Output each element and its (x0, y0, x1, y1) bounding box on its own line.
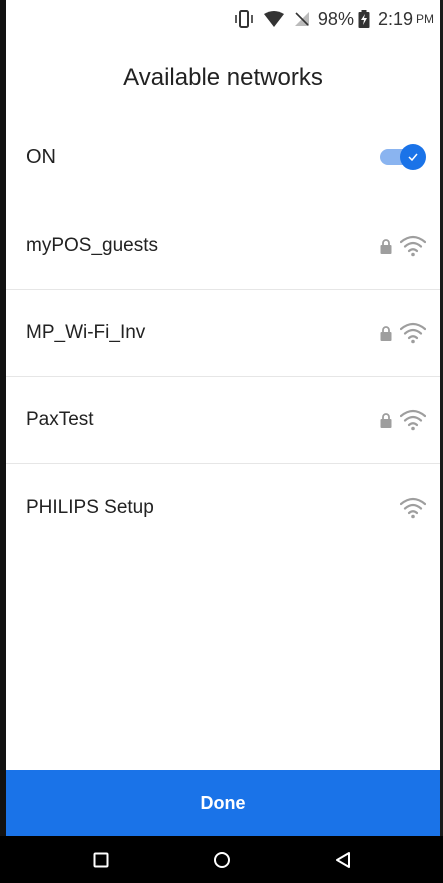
network-icons (380, 409, 426, 431)
status-time-value: 2:19 (377, 8, 413, 29)
wifi-toggle-row: ON (6, 132, 440, 182)
network-icons (400, 497, 426, 519)
status-ampm: PM (416, 12, 434, 26)
home-icon[interactable] (202, 840, 242, 880)
checkmark-icon (400, 144, 426, 170)
network-icons (380, 322, 426, 344)
network-name: MP_Wi-Fi_Inv (26, 322, 146, 343)
done-button[interactable]: Done (6, 770, 440, 836)
battery-percent: 98% (317, 8, 354, 29)
battery-charging-icon (358, 10, 370, 28)
network-icons (380, 235, 426, 257)
status-time: 2:19 PM (378, 9, 434, 30)
no-signal-icon (294, 11, 310, 27)
network-name: PaxTest (26, 409, 94, 430)
wifi-icon (400, 322, 426, 344)
wifi-toggle-switch[interactable] (380, 144, 426, 170)
lock-icon (380, 238, 392, 254)
wifi-icon (400, 235, 426, 257)
network-item[interactable]: MP_Wi-Fi_Inv (6, 290, 440, 377)
back-icon[interactable] (323, 840, 363, 880)
wifi-icon (400, 409, 426, 431)
network-name: myPOS_guests (26, 235, 158, 256)
network-item[interactable]: myPOS_guests (6, 203, 440, 290)
wifi-toggle-label: ON (26, 145, 56, 168)
page-title: Available networks (123, 64, 323, 91)
recent-apps-icon[interactable] (81, 840, 121, 880)
wifi-signal-icon (263, 11, 284, 27)
lock-icon (380, 412, 392, 428)
status-bar: 98% 2:19 PM (6, 0, 440, 38)
navigation-bar (0, 836, 443, 883)
vibrate-icon (234, 10, 254, 28)
network-list: myPOS_guests MP_Wi-Fi_Inv PaxTest PHILIP… (6, 203, 440, 551)
network-item[interactable]: PaxTest (6, 377, 440, 464)
lock-icon (380, 325, 392, 341)
network-name: PHILIPS Setup (26, 496, 154, 518)
network-item[interactable]: PHILIPS Setup (6, 464, 440, 551)
wifi-icon (400, 497, 426, 519)
